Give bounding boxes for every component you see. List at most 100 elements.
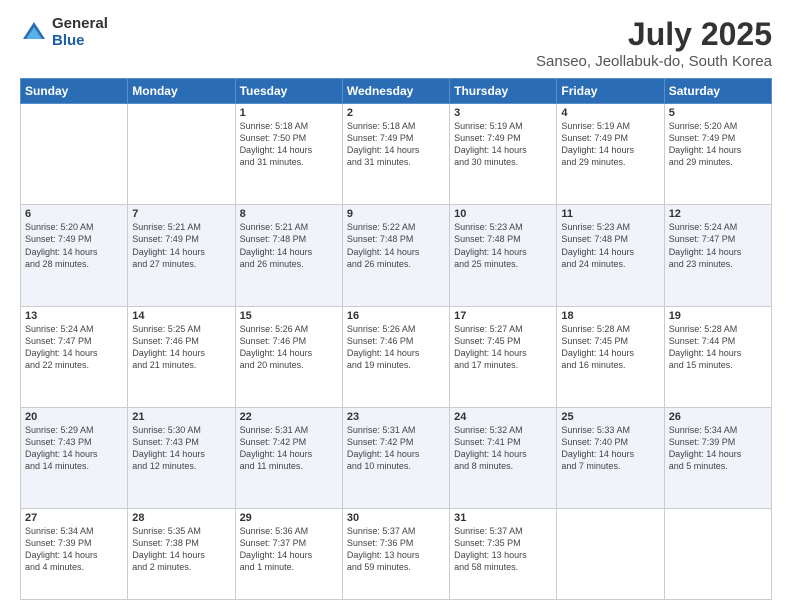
day-info: Sunrise: 5:26 AM Sunset: 7:46 PM Dayligh…: [240, 323, 338, 372]
calendar-cell: 25Sunrise: 5:33 AM Sunset: 7:40 PM Dayli…: [557, 407, 664, 508]
day-info: Sunrise: 5:30 AM Sunset: 7:43 PM Dayligh…: [132, 424, 230, 473]
day-number: 25: [561, 411, 659, 423]
day-info: Sunrise: 5:32 AM Sunset: 7:41 PM Dayligh…: [454, 424, 552, 473]
day-number: 10: [454, 208, 552, 220]
day-info: Sunrise: 5:19 AM Sunset: 7:49 PM Dayligh…: [454, 120, 552, 169]
title-block: July 2025 Sanseo, Jeollabuk-do, South Ko…: [536, 16, 772, 70]
day-info: Sunrise: 5:20 AM Sunset: 7:49 PM Dayligh…: [669, 120, 767, 169]
calendar-day-header: Saturday: [664, 79, 771, 104]
calendar-cell: 17Sunrise: 5:27 AM Sunset: 7:45 PM Dayli…: [450, 306, 557, 407]
day-info: Sunrise: 5:28 AM Sunset: 7:45 PM Dayligh…: [561, 323, 659, 372]
day-number: 13: [25, 310, 123, 322]
calendar-cell: 1Sunrise: 5:18 AM Sunset: 7:50 PM Daylig…: [235, 104, 342, 205]
calendar-cell: 22Sunrise: 5:31 AM Sunset: 7:42 PM Dayli…: [235, 407, 342, 508]
day-info: Sunrise: 5:31 AM Sunset: 7:42 PM Dayligh…: [347, 424, 445, 473]
day-info: Sunrise: 5:36 AM Sunset: 7:37 PM Dayligh…: [240, 525, 338, 574]
day-number: 24: [454, 411, 552, 423]
calendar-cell: [128, 104, 235, 205]
day-info: Sunrise: 5:33 AM Sunset: 7:40 PM Dayligh…: [561, 424, 659, 473]
day-info: Sunrise: 5:23 AM Sunset: 7:48 PM Dayligh…: [561, 221, 659, 270]
calendar-cell: 14Sunrise: 5:25 AM Sunset: 7:46 PM Dayli…: [128, 306, 235, 407]
day-info: Sunrise: 5:23 AM Sunset: 7:48 PM Dayligh…: [454, 221, 552, 270]
day-number: 2: [347, 107, 445, 119]
calendar-day-header: Thursday: [450, 79, 557, 104]
day-info: Sunrise: 5:22 AM Sunset: 7:48 PM Dayligh…: [347, 221, 445, 270]
calendar-cell: 13Sunrise: 5:24 AM Sunset: 7:47 PM Dayli…: [21, 306, 128, 407]
calendar-cell: 12Sunrise: 5:24 AM Sunset: 7:47 PM Dayli…: [664, 205, 771, 306]
calendar-cell: 8Sunrise: 5:21 AM Sunset: 7:48 PM Daylig…: [235, 205, 342, 306]
day-number: 17: [454, 310, 552, 322]
day-number: 12: [669, 208, 767, 220]
day-number: 18: [561, 310, 659, 322]
day-number: 4: [561, 107, 659, 119]
calendar-cell: 24Sunrise: 5:32 AM Sunset: 7:41 PM Dayli…: [450, 407, 557, 508]
day-number: 7: [132, 208, 230, 220]
calendar-week-row: 27Sunrise: 5:34 AM Sunset: 7:39 PM Dayli…: [21, 509, 772, 600]
day-number: 23: [347, 411, 445, 423]
calendar-cell: 9Sunrise: 5:22 AM Sunset: 7:48 PM Daylig…: [342, 205, 449, 306]
calendar-week-row: 6Sunrise: 5:20 AM Sunset: 7:49 PM Daylig…: [21, 205, 772, 306]
day-number: 8: [240, 208, 338, 220]
day-number: 5: [669, 107, 767, 119]
day-number: 21: [132, 411, 230, 423]
calendar-cell: 18Sunrise: 5:28 AM Sunset: 7:45 PM Dayli…: [557, 306, 664, 407]
calendar-cell: 30Sunrise: 5:37 AM Sunset: 7:36 PM Dayli…: [342, 509, 449, 600]
calendar-cell: 20Sunrise: 5:29 AM Sunset: 7:43 PM Dayli…: [21, 407, 128, 508]
day-info: Sunrise: 5:35 AM Sunset: 7:38 PM Dayligh…: [132, 525, 230, 574]
day-number: 19: [669, 310, 767, 322]
calendar-day-header: Sunday: [21, 79, 128, 104]
day-info: Sunrise: 5:37 AM Sunset: 7:36 PM Dayligh…: [347, 525, 445, 574]
calendar-cell: 2Sunrise: 5:18 AM Sunset: 7:49 PM Daylig…: [342, 104, 449, 205]
calendar-cell: 23Sunrise: 5:31 AM Sunset: 7:42 PM Dayli…: [342, 407, 449, 508]
calendar-day-header: Monday: [128, 79, 235, 104]
calendar-week-row: 13Sunrise: 5:24 AM Sunset: 7:47 PM Dayli…: [21, 306, 772, 407]
calendar-cell: 15Sunrise: 5:26 AM Sunset: 7:46 PM Dayli…: [235, 306, 342, 407]
calendar-cell: 11Sunrise: 5:23 AM Sunset: 7:48 PM Dayli…: [557, 205, 664, 306]
day-info: Sunrise: 5:26 AM Sunset: 7:46 PM Dayligh…: [347, 323, 445, 372]
header: General Blue July 2025 Sanseo, Jeollabuk…: [20, 16, 772, 70]
day-number: 30: [347, 512, 445, 524]
calendar-cell: 6Sunrise: 5:20 AM Sunset: 7:49 PM Daylig…: [21, 205, 128, 306]
day-info: Sunrise: 5:20 AM Sunset: 7:49 PM Dayligh…: [25, 221, 123, 270]
calendar-cell: 7Sunrise: 5:21 AM Sunset: 7:49 PM Daylig…: [128, 205, 235, 306]
calendar-cell: 16Sunrise: 5:26 AM Sunset: 7:46 PM Dayli…: [342, 306, 449, 407]
page: General Blue July 2025 Sanseo, Jeollabuk…: [0, 0, 792, 612]
day-info: Sunrise: 5:31 AM Sunset: 7:42 PM Dayligh…: [240, 424, 338, 473]
calendar-week-row: 1Sunrise: 5:18 AM Sunset: 7:50 PM Daylig…: [21, 104, 772, 205]
day-number: 3: [454, 107, 552, 119]
logo-blue: Blue: [52, 33, 108, 50]
day-info: Sunrise: 5:28 AM Sunset: 7:44 PM Dayligh…: [669, 323, 767, 372]
day-info: Sunrise: 5:29 AM Sunset: 7:43 PM Dayligh…: [25, 424, 123, 473]
calendar-cell: 31Sunrise: 5:37 AM Sunset: 7:35 PM Dayli…: [450, 509, 557, 600]
calendar-cell: 10Sunrise: 5:23 AM Sunset: 7:48 PM Dayli…: [450, 205, 557, 306]
calendar-cell: 5Sunrise: 5:20 AM Sunset: 7:49 PM Daylig…: [664, 104, 771, 205]
calendar-header-row: SundayMondayTuesdayWednesdayThursdayFrid…: [21, 79, 772, 104]
day-info: Sunrise: 5:24 AM Sunset: 7:47 PM Dayligh…: [669, 221, 767, 270]
calendar-cell: 3Sunrise: 5:19 AM Sunset: 7:49 PM Daylig…: [450, 104, 557, 205]
day-info: Sunrise: 5:34 AM Sunset: 7:39 PM Dayligh…: [669, 424, 767, 473]
calendar-week-row: 20Sunrise: 5:29 AM Sunset: 7:43 PM Dayli…: [21, 407, 772, 508]
day-number: 11: [561, 208, 659, 220]
day-number: 27: [25, 512, 123, 524]
logo-icon: [20, 19, 48, 47]
calendar-table: SundayMondayTuesdayWednesdayThursdayFrid…: [20, 78, 772, 600]
day-info: Sunrise: 5:18 AM Sunset: 7:50 PM Dayligh…: [240, 120, 338, 169]
day-info: Sunrise: 5:21 AM Sunset: 7:48 PM Dayligh…: [240, 221, 338, 270]
day-info: Sunrise: 5:37 AM Sunset: 7:35 PM Dayligh…: [454, 525, 552, 574]
day-info: Sunrise: 5:24 AM Sunset: 7:47 PM Dayligh…: [25, 323, 123, 372]
day-info: Sunrise: 5:34 AM Sunset: 7:39 PM Dayligh…: [25, 525, 123, 574]
day-number: 9: [347, 208, 445, 220]
day-info: Sunrise: 5:18 AM Sunset: 7:49 PM Dayligh…: [347, 120, 445, 169]
calendar-cell: [664, 509, 771, 600]
day-number: 14: [132, 310, 230, 322]
logo-general: General: [52, 16, 108, 33]
day-number: 16: [347, 310, 445, 322]
day-number: 26: [669, 411, 767, 423]
calendar-cell: [557, 509, 664, 600]
calendar-cell: 19Sunrise: 5:28 AM Sunset: 7:44 PM Dayli…: [664, 306, 771, 407]
day-number: 15: [240, 310, 338, 322]
day-number: 6: [25, 208, 123, 220]
calendar-day-header: Friday: [557, 79, 664, 104]
calendar-day-header: Tuesday: [235, 79, 342, 104]
calendar-cell: 28Sunrise: 5:35 AM Sunset: 7:38 PM Dayli…: [128, 509, 235, 600]
